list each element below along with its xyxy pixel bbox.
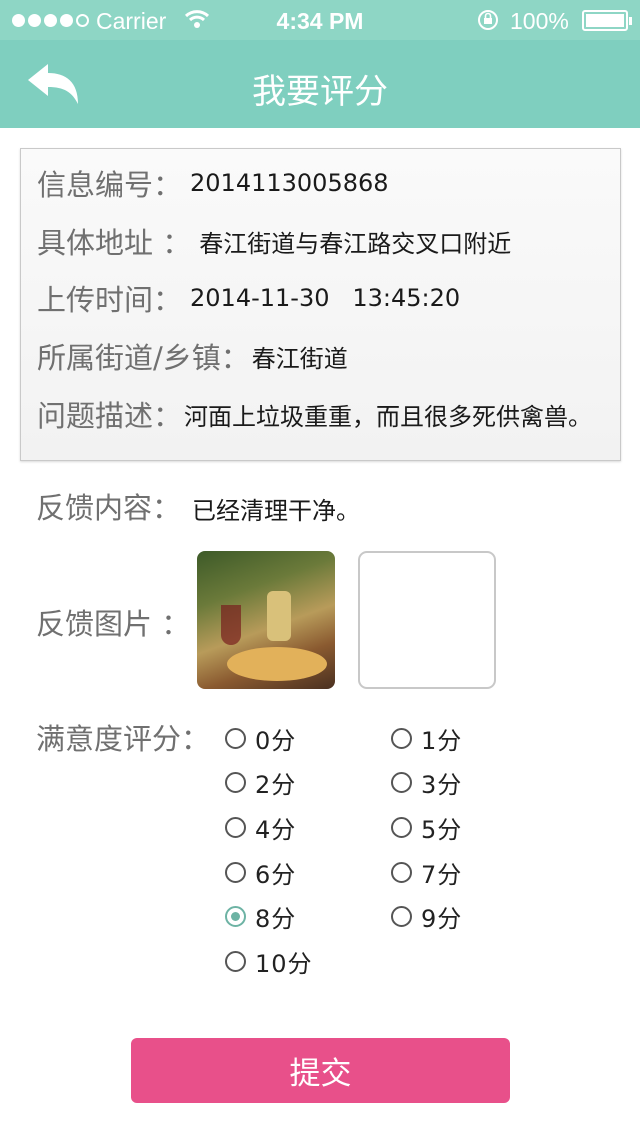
- rating-option-label: 10分: [255, 949, 313, 978]
- add-photo-slot[interactable]: [358, 551, 496, 689]
- rating-option-9[interactable]: 9分: [391, 901, 463, 933]
- radio-icon[interactable]: [225, 861, 246, 883]
- info-row-id: 信息编号： 2014113005868: [37, 163, 389, 203]
- radio-icon[interactable]: [391, 861, 412, 883]
- info-label: 上传时间：: [37, 283, 183, 317]
- rating-option-label: 1分: [421, 726, 463, 755]
- page-title: 我要评分: [252, 72, 388, 112]
- battery-icon: [582, 10, 632, 31]
- orientation-lock-icon: [478, 10, 498, 30]
- rating-option-label: 3分: [421, 770, 463, 799]
- info-value: 河面上垃圾重重，而且很多死供禽兽。: [184, 402, 593, 431]
- rating-option-label: 8分: [255, 904, 297, 933]
- radio-icon[interactable]: [225, 816, 246, 838]
- rating-option-label: 6分: [255, 860, 297, 889]
- rating-option-label: 0分: [255, 726, 297, 755]
- rating-option-2[interactable]: 2分: [225, 767, 297, 799]
- info-label: 具体地址 ：: [37, 226, 192, 260]
- rating-label: 满意度评分：: [36, 722, 211, 756]
- rating-option-8[interactable]: 8分: [225, 901, 297, 933]
- rating-option-3[interactable]: 3分: [391, 767, 463, 799]
- rating-option-label: 5分: [421, 815, 463, 844]
- info-label: 信息编号：: [37, 168, 183, 202]
- radio-icon[interactable]: [225, 771, 246, 793]
- rating-option-0[interactable]: 0分: [225, 723, 297, 755]
- radio-icon[interactable]: [391, 727, 412, 749]
- info-label: 问题描述：: [37, 399, 183, 433]
- submit-button[interactable]: 提交: [131, 1038, 510, 1103]
- radio-icon[interactable]: [391, 816, 412, 838]
- radio-checked-icon[interactable]: [225, 905, 246, 927]
- status-bar: Carrier 4:34 PM 100%: [0, 0, 640, 40]
- info-value: 春江街道与春江路交叉口附近: [199, 229, 512, 258]
- feedback-images-label: 反馈图片 ：: [36, 607, 191, 641]
- rating-option-4[interactable]: 4分: [225, 812, 297, 844]
- info-row-address: 具体地址 ： 春江街道与春江路交叉口附近: [37, 221, 511, 261]
- rating-option-label: 9分: [421, 904, 463, 933]
- info-value: 2014-11-30 13:45:20: [190, 284, 461, 312]
- info-row-upload-time: 上传时间： 2014-11-30 13:45:20: [37, 278, 460, 318]
- rating-option-10[interactable]: 10分: [225, 946, 313, 978]
- radio-icon[interactable]: [225, 727, 246, 749]
- rating-option-label: 4分: [255, 815, 297, 844]
- radio-icon[interactable]: [391, 771, 412, 793]
- issue-info-card: 信息编号： 2014113005868 具体地址 ： 春江街道与春江路交叉口附近…: [20, 148, 621, 461]
- info-value: 春江街道: [251, 344, 348, 373]
- feedback-content-label: 反馈内容：: [36, 491, 182, 525]
- rating-option-1[interactable]: 1分: [391, 723, 463, 755]
- info-row-street: 所属街道/乡镇： 春江街道: [37, 336, 348, 376]
- feedback-content-value: 已经清理干净。: [192, 497, 360, 525]
- rating-option-label: 7分: [421, 860, 463, 889]
- nav-bar: 我要评分: [0, 40, 640, 128]
- radio-icon[interactable]: [391, 905, 412, 927]
- rating-option-label: 2分: [255, 770, 297, 799]
- rating-option-6[interactable]: 6分: [225, 857, 297, 889]
- rating-option-7[interactable]: 7分: [391, 857, 463, 889]
- rating-option-5[interactable]: 5分: [391, 812, 463, 844]
- info-value: 2014113005868: [190, 169, 389, 197]
- feedback-photo-thumbnail[interactable]: [197, 551, 335, 689]
- info-row-description: 问题描述： 河面上垃圾重重，而且很多死供禽兽。: [37, 394, 592, 434]
- radio-icon[interactable]: [225, 950, 246, 972]
- info-label: 所属街道/乡镇：: [37, 341, 250, 375]
- battery-percentage: 100%: [510, 8, 569, 34]
